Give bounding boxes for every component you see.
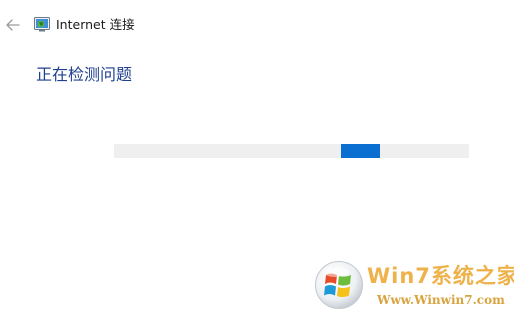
windows-orb-icon — [315, 261, 363, 309]
progress-indicator — [341, 144, 380, 158]
progress-bar — [114, 144, 469, 158]
back-arrow-icon — [6, 19, 20, 31]
watermark-brand: Win7系统之家 — [367, 264, 514, 288]
back-button[interactable] — [3, 15, 23, 35]
network-connection-icon — [34, 17, 50, 32]
page-heading: 正在检测问题 — [36, 65, 133, 84]
watermark-url: Www.Winwin7.com — [377, 293, 505, 307]
watermark: Win7系统之家 Www.Winwin7.com — [314, 260, 514, 310]
window-title: Internet 连接 — [56, 17, 135, 32]
